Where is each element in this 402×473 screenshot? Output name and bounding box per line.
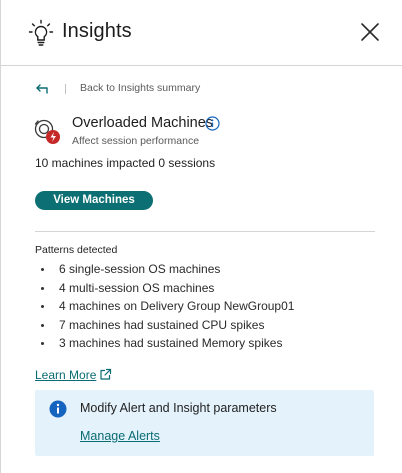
back-arrow-icon[interactable] <box>35 81 51 97</box>
panel-header: Insights <box>1 0 402 66</box>
view-machines-button[interactable]: View Machines <box>35 191 153 210</box>
callout-text: Modify Alert and Insight parameters <box>80 401 277 415</box>
external-link-icon[interactable] <box>99 368 112 381</box>
impact-summary: 10 machines impacted 0 sessions <box>35 156 216 170</box>
divider <box>35 231 375 232</box>
info-icon[interactable] <box>205 116 220 131</box>
pattern-text: 7 machines had sustained CPU spikes <box>59 317 265 332</box>
bullet <box>41 268 44 271</box>
bullet <box>41 342 44 346</box>
patterns-heading: Patterns detected <box>35 244 118 256</box>
pattern-text: 6 single-session OS machines <box>59 262 221 276</box>
pattern-text: 4 multi-session OS machines <box>59 280 215 295</box>
bullet <box>41 286 44 290</box>
overloaded-machine-icon <box>34 119 60 144</box>
lightbulb-icon <box>28 19 54 46</box>
pattern-text: 3 machines had sustained Memory spikes <box>59 336 283 351</box>
back-to-summary-link[interactable]: Back to Insights summary <box>80 82 200 94</box>
info-icon <box>49 400 67 418</box>
insights-panel: Insights Back to Insights summary Overlo… <box>0 0 402 473</box>
insight-title: Overloaded Machines <box>72 115 214 131</box>
panel-title: Insights <box>62 20 132 42</box>
manage-alerts-link[interactable]: Manage Alerts <box>80 429 160 443</box>
alert-settings-callout: Modify Alert and Insight parameters Mana… <box>35 390 374 456</box>
pattern-text: 4 machines on Delivery Group NewGroup01 <box>59 299 295 314</box>
bullet <box>41 323 44 327</box>
bullet <box>41 305 44 309</box>
close-icon[interactable] <box>359 21 381 43</box>
separator <box>65 84 66 94</box>
learn-more-link[interactable]: Learn More <box>35 368 96 382</box>
insight-subtitle: Affect session performance <box>72 135 200 147</box>
